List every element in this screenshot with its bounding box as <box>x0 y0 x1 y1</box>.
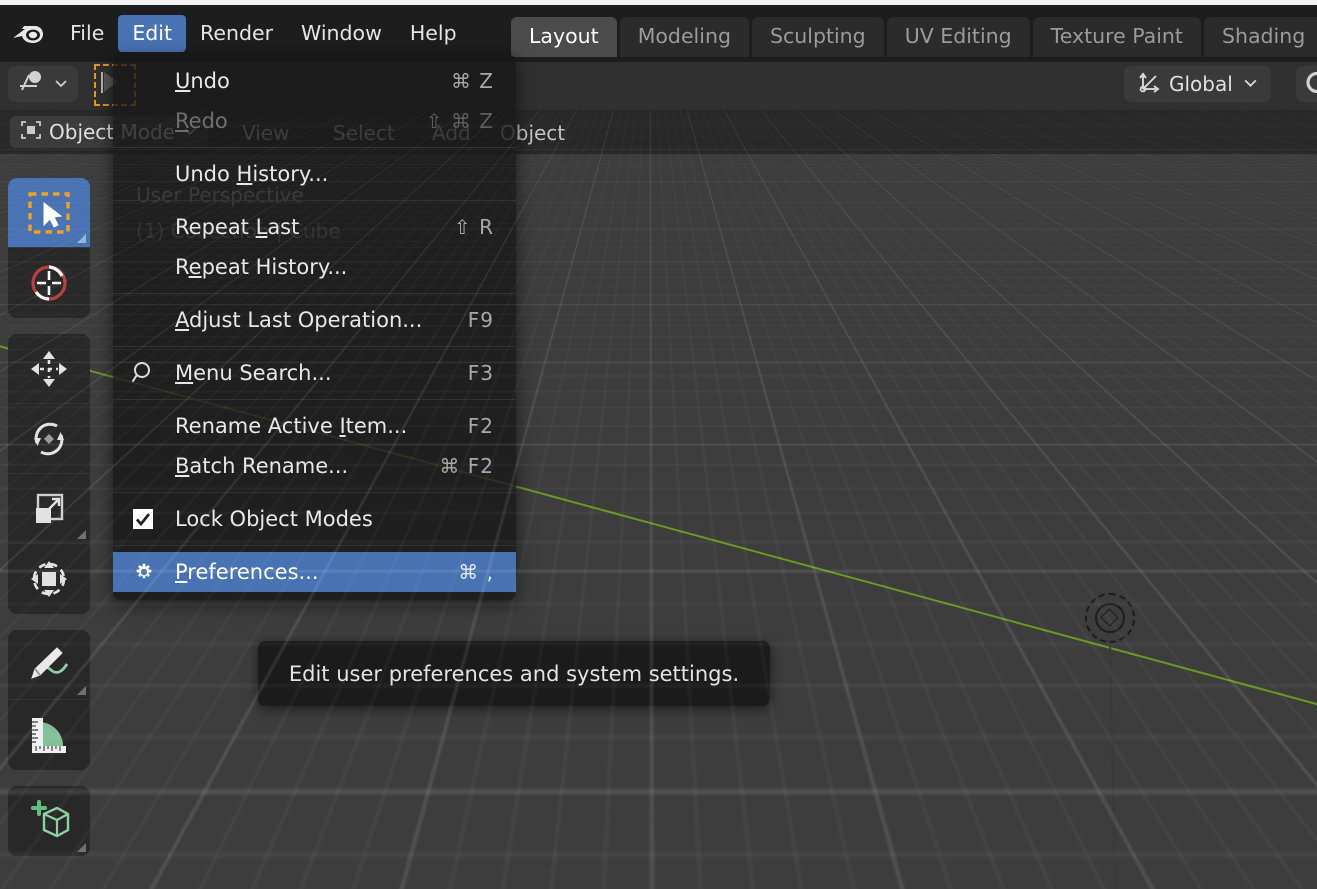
menu-item-label: Rename Active Item... <box>175 414 452 438</box>
tool-move[interactable] <box>8 334 90 404</box>
tool-rotate[interactable] <box>8 404 90 474</box>
menu-item-shortcut: F2 <box>468 414 494 438</box>
transform-orientation-icon <box>1136 69 1162 100</box>
menu-item-shortcut: ⌘ F2 <box>439 454 494 478</box>
tab-modeling[interactable]: Modeling <box>620 17 749 57</box>
menu-item-repeat-last[interactable]: Repeat Last ⇧ R <box>113 207 516 247</box>
toolbar-group-select <box>8 178 90 318</box>
menu-item-undo-history[interactable]: Undo History... <box>113 154 516 194</box>
menu-item-shortcut: F9 <box>468 308 494 332</box>
menu-item-label: Repeat Last <box>175 215 438 239</box>
menu-item-label: Preferences... <box>175 560 442 584</box>
gear-icon <box>131 559 175 585</box>
menu-item-shortcut: F3 <box>468 361 494 385</box>
search-icon <box>131 360 175 386</box>
menu-item-label: Redo <box>175 109 410 133</box>
menu-item-label: Menu Search... <box>175 361 452 385</box>
tool-annotate[interactable] <box>8 630 90 700</box>
tool-add-cube[interactable] <box>8 786 90 856</box>
menu-item-label: Adjust Last Operation... <box>175 308 452 332</box>
viewport-toolbar <box>8 178 90 872</box>
menu-separator <box>113 293 516 294</box>
object-mode-icon <box>20 119 42 146</box>
checkbox-checked-icon <box>131 507 175 531</box>
tooltip-text: Edit user preferences and system setting… <box>289 662 739 686</box>
menu-help[interactable]: Help <box>396 15 471 53</box>
menu-render[interactable]: Render <box>186 15 287 53</box>
menu-item-batch-rename[interactable]: Batch Rename... ⌘ F2 <box>113 446 516 486</box>
menu-item-rename-active-item[interactable]: Rename Active Item... F2 <box>113 406 516 446</box>
chevron-down-icon <box>1242 72 1259 96</box>
blender-logo-icon[interactable] <box>0 21 56 47</box>
menu-separator <box>113 545 516 546</box>
tool-select-box[interactable] <box>8 178 90 248</box>
menu-file[interactable]: File <box>56 15 118 53</box>
toolbar-group-add <box>8 786 90 856</box>
application-menubar: File Edit Render Window Help <box>0 5 471 62</box>
transform-pivot-point-dropdown[interactable] <box>8 66 78 102</box>
tooltip: Edit user preferences and system setting… <box>258 641 770 706</box>
tool-submenu-corner <box>77 530 86 539</box>
menu-item-menu-search[interactable]: Menu Search... F3 <box>113 353 516 393</box>
menu-item-label: Undo History... <box>175 162 494 186</box>
menu-item-shortcut: ⌘ , <box>458 560 494 584</box>
tab-shading[interactable]: Shading <box>1204 17 1317 57</box>
menu-separator <box>113 399 516 400</box>
tool-submenu-corner <box>77 843 86 852</box>
light-object-icon[interactable] <box>1085 593 1135 643</box>
menu-separator <box>113 147 516 148</box>
menu-item-shortcut: ⌘ Z <box>451 69 494 93</box>
tool-cursor[interactable] <box>8 248 90 318</box>
transform-orientation-value: Global <box>1169 72 1233 96</box>
menu-item-adjust-last-operation[interactable]: Adjust Last Operation... F9 <box>113 300 516 340</box>
tool-submenu-corner <box>77 686 86 695</box>
menu-window[interactable]: Window <box>287 15 396 53</box>
workspace-tabs: Layout Modeling Sculpting UV Editing Tex… <box>511 13 1317 57</box>
tab-layout[interactable]: Layout <box>511 17 617 57</box>
menu-item-label: Undo <box>175 69 435 93</box>
transform-orientation-dropdown[interactable]: Global <box>1124 66 1271 102</box>
top-menu-bar: File Edit Render Window Help Layout Mode… <box>0 0 1317 62</box>
tool-measure[interactable] <box>8 700 90 770</box>
menu-item-label: Lock Object Modes <box>175 507 494 531</box>
menu-item-label: Repeat History... <box>175 255 494 279</box>
transform-pivot-point-icon <box>17 69 47 100</box>
menu-separator <box>113 200 516 201</box>
snap-magnet-toggle[interactable] <box>1296 66 1317 102</box>
menu-item-shortcut: ⇧ ⌘ Z <box>426 109 494 133</box>
toolbar-group-annotate <box>8 630 90 770</box>
menu-separator <box>113 346 516 347</box>
menu-item-label: Batch Rename... <box>175 454 423 478</box>
menu-separator <box>113 492 516 493</box>
tab-uv-editing[interactable]: UV Editing <box>887 17 1030 57</box>
tab-sculpting[interactable]: Sculpting <box>752 17 884 57</box>
menu-item-undo[interactable]: Undo ⌘ Z <box>113 61 516 101</box>
tool-submenu-corner <box>77 234 86 243</box>
edit-dropdown-menu[interactable]: Undo ⌘ Z Redo ⇧ ⌘ Z Undo History... Repeat La… <box>113 55 516 600</box>
snap-magnet-icon <box>1304 70 1317 99</box>
menu-item-repeat-history[interactable]: Repeat History... <box>113 247 516 287</box>
menu-item-lock-object-modes[interactable]: Lock Object Modes <box>113 499 516 539</box>
toolbar-group-transform <box>8 334 90 614</box>
menu-item-redo: Redo ⇧ ⌘ Z <box>113 101 516 141</box>
tab-texture-paint[interactable]: Texture Paint <box>1033 17 1201 57</box>
menu-item-shortcut: ⇧ R <box>454 215 494 239</box>
blender-window: Object Mode View Select Add Object User … <box>0 0 1317 889</box>
chevron-down-icon <box>53 72 69 96</box>
menu-item-preferences[interactable]: Preferences... ⌘ , <box>113 552 516 592</box>
proportional-editing-icon <box>101 72 103 93</box>
tool-scale[interactable] <box>8 474 90 544</box>
menu-edit[interactable]: Edit <box>118 15 186 53</box>
tool-transform[interactable] <box>8 544 90 614</box>
